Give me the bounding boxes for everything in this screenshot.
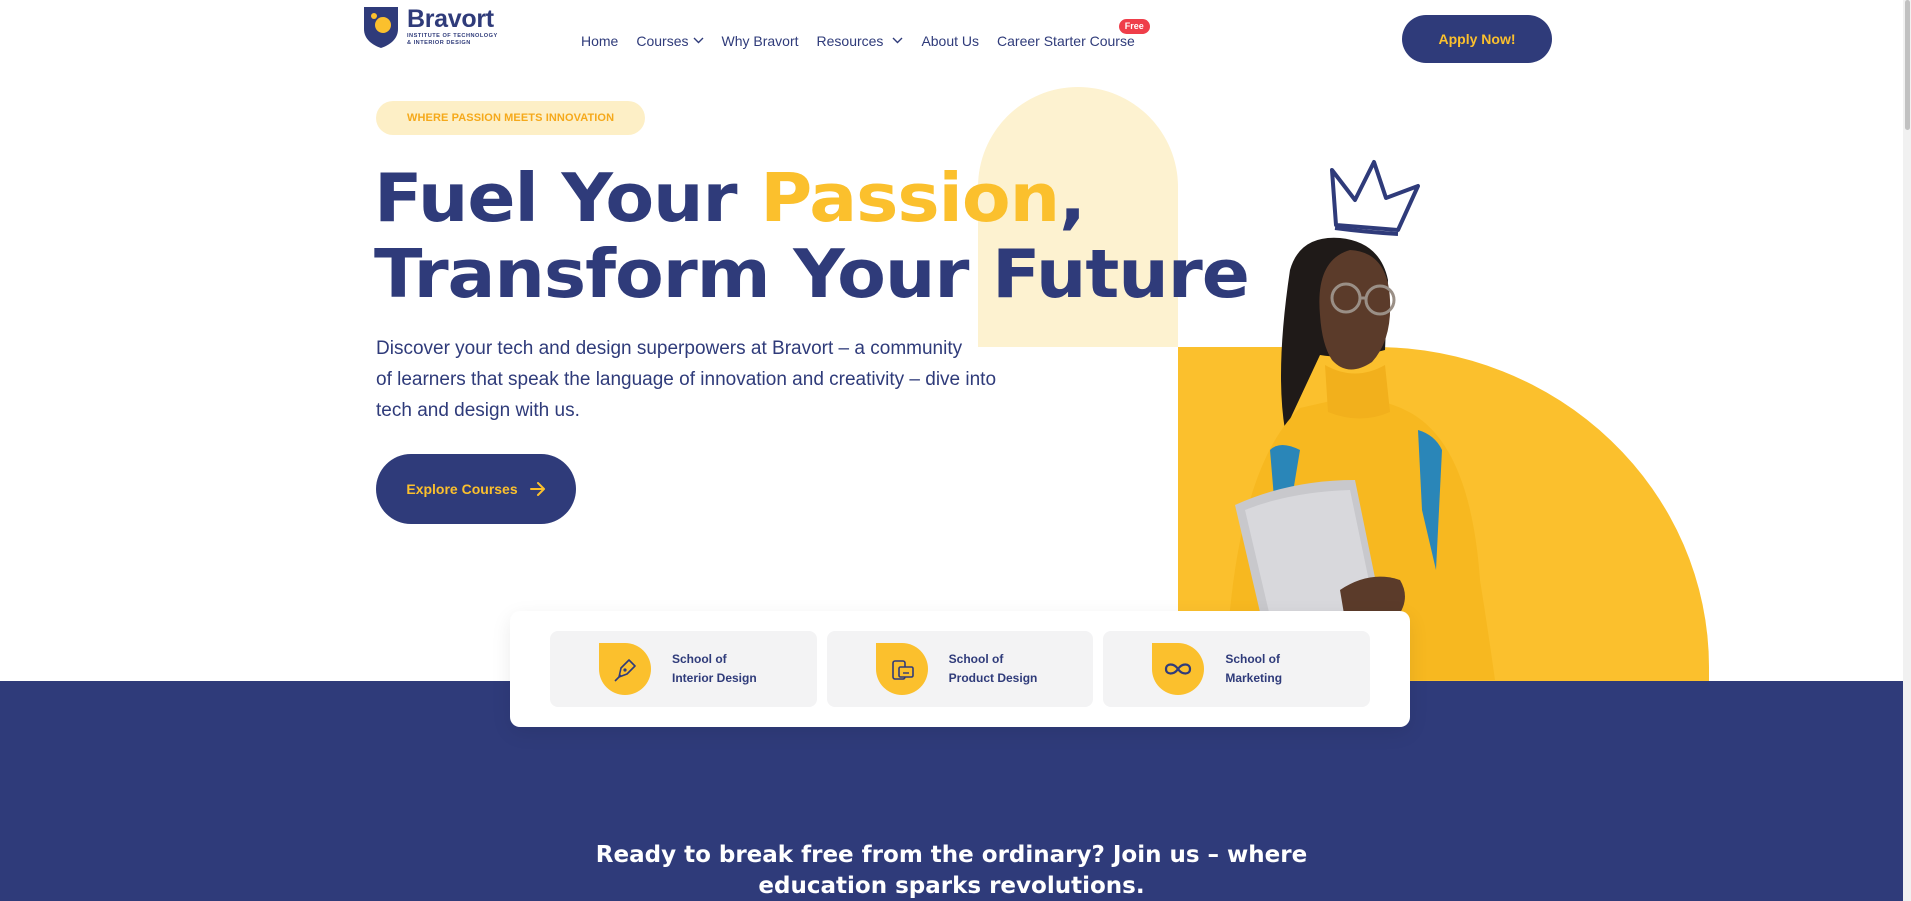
schools-card: School of Interior Design School of Prod… [510, 611, 1410, 727]
band-line2: education sparks revolutions. [758, 873, 1145, 899]
logo-shield-icon [362, 5, 400, 49]
pen-nib-icon [599, 643, 651, 695]
headline-part1: Fuel Your [374, 159, 761, 237]
logo-subtitle-line2: & INTERIOR DESIGN [407, 39, 471, 46]
intro-line2: of learners that speak the language of i… [376, 369, 997, 390]
intro-line1: Discover your tech and design superpower… [376, 338, 963, 359]
nav-item-label: About Us [921, 32, 980, 49]
chevron-down-icon [892, 37, 903, 44]
band-line1: Ready to break free from the ordinary? J… [595, 842, 1308, 868]
school-line2: Marketing [1225, 671, 1283, 685]
logo-subtitle-line1: INSTITUTE OF TECHNOLOGY [407, 33, 498, 39]
nav-item-career-starter-course[interactable]: Career Starter Course Free [997, 19, 1150, 49]
nav-item-about-us[interactable]: About Us [921, 33, 979, 49]
school-line2: Product Design [948, 671, 1038, 685]
school-card-product-design[interactable]: School of Product Design [826, 631, 1094, 707]
explore-courses-label: Explore Courses [406, 481, 518, 497]
nav-item-courses[interactable]: Courses [636, 33, 703, 49]
nav-item-why-bravort[interactable]: Why Bravort [722, 33, 799, 49]
crown-icon [1330, 160, 1420, 236]
scrollbar-thumb[interactable] [1905, 0, 1910, 130]
logo-name: Bravort [407, 5, 494, 33]
apply-now-button[interactable]: Apply Now! [1402, 15, 1552, 63]
nav-item-home[interactable]: Home [581, 33, 618, 49]
devices-icon [875, 643, 928, 695]
explore-courses-button[interactable]: Explore Courses [376, 454, 576, 524]
hero-tagline: WHERE PASSION MEETS INNOVATION [376, 101, 646, 135]
school-line1: School of [948, 652, 1004, 666]
arrow-right-icon [529, 482, 546, 496]
hero-headline: Fuel Your Passion, Transform Your Future [374, 159, 1250, 313]
nav-item-label: Courses [636, 32, 689, 49]
school-line2: Interior Design [672, 671, 757, 685]
chevron-down-icon [693, 37, 704, 44]
nav-item-label: Home [581, 32, 619, 49]
hero-intro: Discover your tech and design superpower… [376, 333, 1056, 426]
page-scrollbar[interactable] [1903, 0, 1911, 901]
band-heading: Ready to break free from the ordinary? J… [0, 840, 1903, 901]
free-badge: Free [1118, 19, 1150, 34]
school-card-marketing[interactable]: School of Marketing [1103, 631, 1371, 707]
nav-item-label: Why Bravort [721, 32, 799, 49]
headline-accent: Passion [760, 159, 1060, 237]
nav-item-resources[interactable]: Resources [817, 33, 904, 49]
hero-student-image [1150, 150, 1550, 680]
main-nav: Home Courses Why Bravort Resources About… [581, 19, 1153, 49]
headline-line2: Transform Your Future [374, 235, 1250, 313]
nav-item-label: Career Starter Course [997, 33, 1135, 49]
infinity-link-icon [1152, 643, 1205, 695]
headline-part2: , [1059, 159, 1086, 237]
nav-item-label: Resources [816, 32, 884, 49]
school-line1: School of [672, 652, 727, 666]
brand-logo[interactable]: Bravort INSTITUTE OF TECHNOLOGY & INTERI… [362, 5, 498, 49]
school-line1: School of [1225, 652, 1281, 666]
intro-line3: tech and design with us. [376, 400, 580, 421]
school-card-interior-design[interactable]: School of Interior Design [550, 631, 817, 707]
